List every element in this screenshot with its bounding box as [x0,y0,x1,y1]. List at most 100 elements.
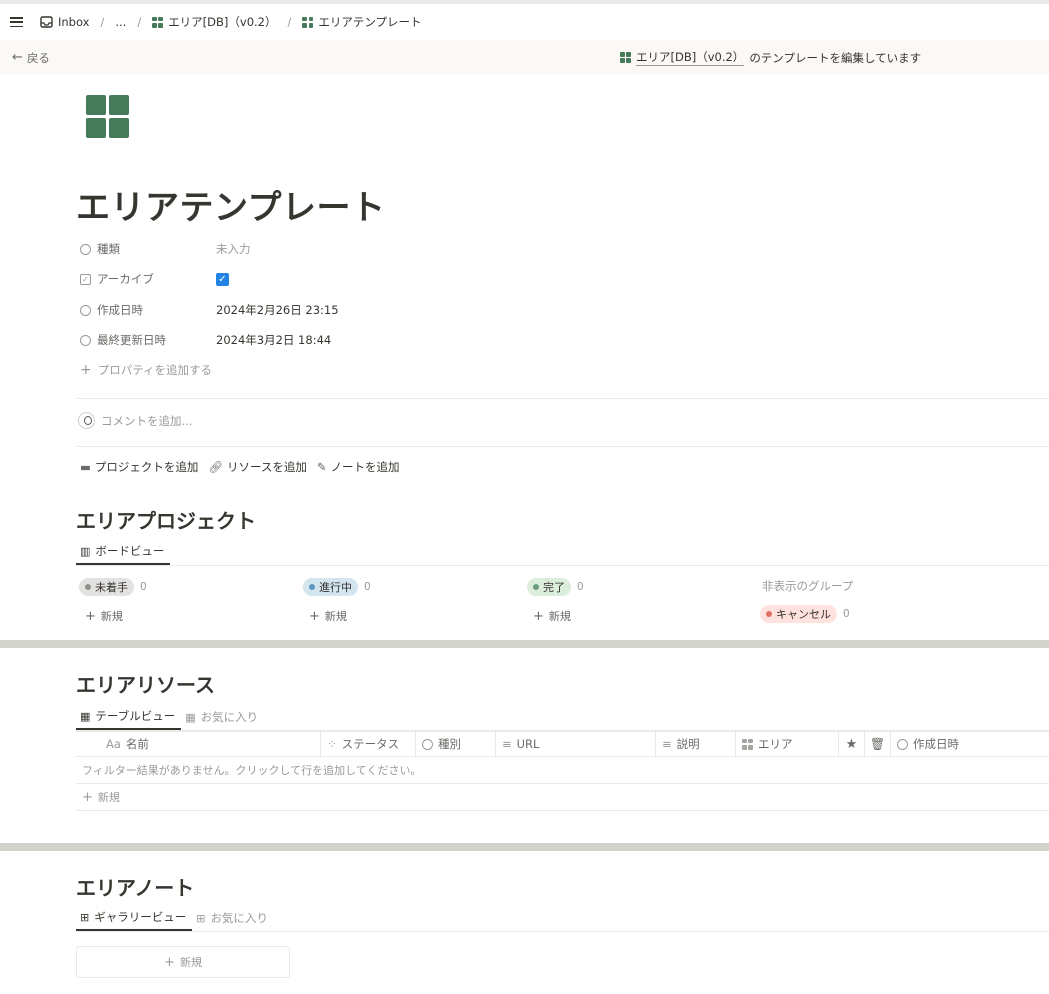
section-divider [0,640,1049,648]
column-header-star[interactable]: ★ [839,732,865,756]
status-label: キャンセル [776,608,831,621]
tab-favorites[interactable]: ▦ お気に入り [181,704,264,730]
status-badge: キャンセル [760,605,837,623]
status-icon: ⁘ [327,737,337,751]
status-label: 完了 [543,581,565,594]
board-group-done[interactable]: 完了 0 [527,578,584,596]
column-header-description[interactable]: ≡ 説明 [656,732,736,756]
comment-input[interactable]: コメントを追加... [78,412,192,429]
group-count: 0 [843,608,850,620]
note-icon: ✎ [316,460,327,474]
group-count: 0 [140,581,147,593]
status-badge: 完了 [527,578,571,596]
lines-icon: ≡ [662,737,672,751]
plus-icon: + [85,608,96,624]
property-row-updated[interactable]: 最終更新日時 2024年3月2日 18:44 [80,329,331,351]
add-note-button[interactable]: ✎ ノートを追加 [317,459,400,475]
column-header-trash[interactable]: 🗑︎ [865,732,891,756]
star-icon: ★ [845,736,858,752]
comment-placeholder: コメントを追加... [101,413,193,428]
gallery-new-button[interactable]: + 新規 [76,946,290,978]
page-title[interactable]: エリアテンプレート [76,180,385,229]
template-message: エリア[DB]（v0.2） のテンプレートを編集しています [620,49,921,66]
add-resource-button[interactable]: 🔗︎ リソースを追加 [208,459,307,475]
plus-icon: + [309,608,320,624]
tab-label: お気に入り [210,911,268,925]
board-new-button[interactable]: + 新規 [533,608,571,624]
status-dot-icon [766,611,772,617]
notes-title[interactable]: エリアノート [76,872,194,901]
plus-icon: + [533,608,544,624]
column-header-name[interactable]: Aa 名前 [76,732,321,756]
tab-table-view[interactable]: ▦ テーブルビュー [76,704,182,730]
tab-label: お気に入り [200,710,259,724]
tab-favorites[interactable]: ⊞ お気に入り [192,905,274,931]
property-value[interactable]: 未入力 [216,241,251,257]
breadcrumb-separator: / [287,15,292,29]
add-project-label: プロジェクトを追加 [94,460,199,474]
inbox-icon [40,16,53,28]
column-header-url[interactable]: ≡ URL [496,732,656,756]
breadcrumb-database[interactable]: エリア[DB]（v0.2） [149,12,279,32]
plus-icon: + [164,954,175,970]
column-label: エリア [758,737,793,751]
tab-label: ボードビュー [95,544,165,558]
gallery-icon: ⊞ [80,910,90,924]
hidden-group-cancelled[interactable]: キャンセル 0 [760,605,850,623]
projects-title[interactable]: エリアプロジェクト [76,505,256,534]
menu-icon[interactable] [10,17,23,27]
back-button[interactable]: ← 戻る [12,50,50,66]
group-count: 0 [364,581,371,593]
column-header-status[interactable]: ⁘ ステータス [321,732,416,756]
breadcrumb-inbox[interactable]: Inbox [37,13,92,31]
new-label: 新規 [324,610,347,623]
text-icon: Aa [106,737,121,751]
resources-title[interactable]: エリアリソース [76,669,215,698]
template-message-text: のテンプレートを編集しています [749,50,922,65]
tab-board-view[interactable]: ▥ ボードビュー [76,539,171,565]
property-name: 種類 [97,242,120,256]
new-label: 新規 [548,610,571,623]
board-group-in-progress[interactable]: 進行中 0 [303,578,371,596]
property-row-archive[interactable]: ✓ アーカイブ ✓ [80,268,229,290]
column-header-created[interactable]: 作成日時 [891,732,1049,756]
add-property-button[interactable]: + プロパティを追加する [80,359,212,381]
page-icon[interactable] [86,95,129,138]
template-db-link[interactable]: エリア[DB]（v0.2） [636,49,745,66]
divider [76,446,1049,447]
board-group-not-started[interactable]: 未着手 0 [79,578,147,596]
status-badge: 未着手 [79,578,134,596]
board-icon: ▥ [80,544,91,558]
resources-table: Aa 名前 ⁘ ステータス 種別 ≡ URL ≡ 説明 エリア ★ 🗑︎ 作成日時 フィ… [76,731,1049,811]
column-label: 種別 [438,737,461,751]
table-new-row-button[interactable]: + 新規 [76,784,1049,811]
breadcrumb-page[interactable]: エリアテンプレート [299,12,424,32]
property-value: 2024年3月2日 18:44 [216,333,332,347]
database-grid-icon [152,16,164,28]
clock-icon [897,738,908,750]
select-icon [422,738,433,750]
column-header-area[interactable]: エリア [736,732,839,756]
section-divider [0,843,1049,851]
checkbox-icon: ✓ [80,273,91,285]
property-name: 最終更新日時 [97,333,166,347]
group-count: 0 [577,581,584,593]
plus-icon: + [80,362,92,378]
empty-table-row[interactable]: フィルター結果がありません。クリックして行を追加してください。 [76,757,1049,784]
page-grid-icon [302,16,314,28]
board-new-button[interactable]: + 新規 [309,608,347,624]
status-dot-icon [85,584,91,590]
breadcrumb-ellipsis[interactable]: ... [112,13,129,31]
status-label: 未着手 [95,581,128,594]
property-row-type[interactable]: 種類 未入力 [80,238,251,260]
column-header-type[interactable]: 種別 [416,732,496,756]
clock-icon [80,304,91,316]
template-actions: ▬ プロジェクトを追加 🔗︎ リソースを追加 ✎ ノートを追加 [80,459,400,475]
board-new-button[interactable]: + 新規 [85,608,123,624]
tab-gallery-view[interactable]: ⊞ ギャラリービュー [76,905,193,931]
archive-checkbox[interactable]: ✓ [216,272,229,286]
back-label: 戻る [26,50,50,65]
add-project-button[interactable]: ▬ プロジェクトを追加 [80,459,198,475]
folder-icon: ▬ [80,460,91,474]
property-row-created[interactable]: 作成日時 2024年2月26日 23:15 [80,299,339,321]
